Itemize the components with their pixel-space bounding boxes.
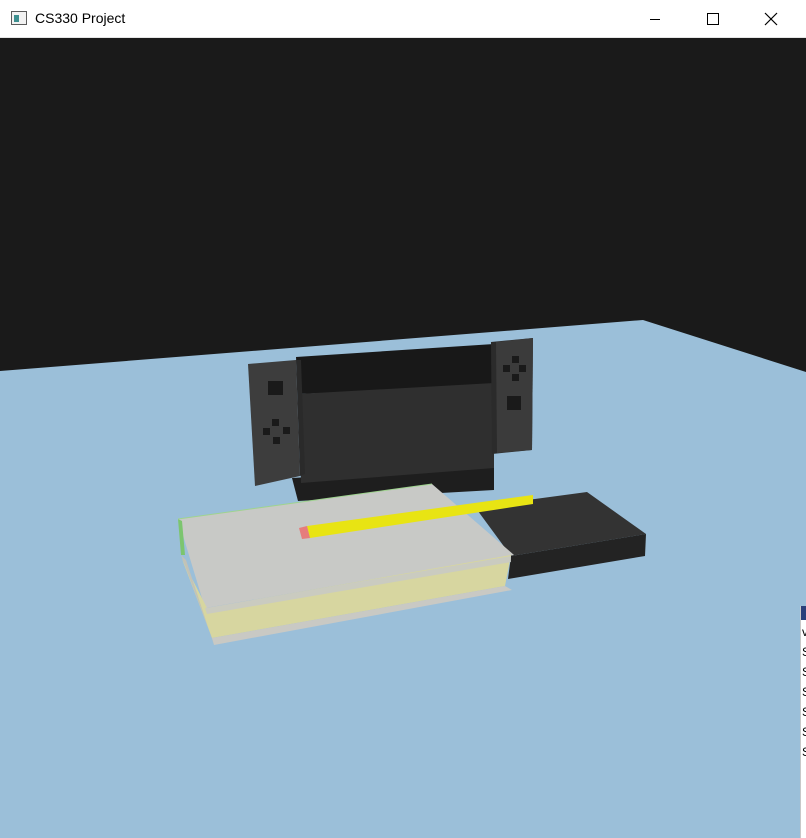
- minimize-button[interactable]: [626, 0, 684, 38]
- close-icon: [764, 12, 778, 26]
- console-body: [296, 344, 494, 483]
- right-controller: [491, 338, 533, 454]
- minimize-icon: [650, 19, 660, 20]
- opengl-viewport[interactable]: [0, 38, 806, 838]
- app-window-icon: [11, 11, 27, 25]
- window-title: CS330 Project: [35, 10, 126, 26]
- maximize-button[interactable]: [684, 0, 742, 38]
- maximize-icon: [707, 13, 719, 25]
- background-console-window-edge: v S S S S S S: [800, 606, 806, 838]
- left-controller: [248, 360, 305, 486]
- application-window: CS330 Project: [0, 0, 806, 838]
- title-bar[interactable]: CS330 Project: [0, 0, 806, 38]
- scene-render: [0, 320, 806, 838]
- close-button[interactable]: [742, 0, 806, 38]
